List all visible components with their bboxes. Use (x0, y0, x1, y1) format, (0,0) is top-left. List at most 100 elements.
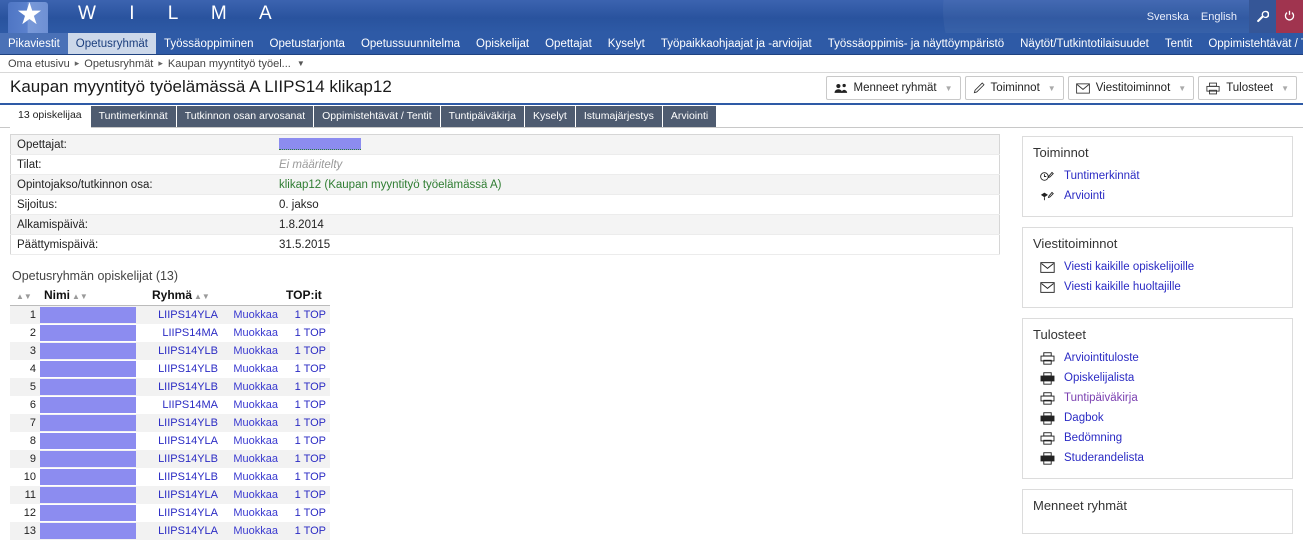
table-row[interactable]: 5 LIIPS14YLB Muokkaa 1 TOP (10, 378, 330, 396)
wilma-logo[interactable]: ★ (8, 0, 48, 33)
edit-link[interactable]: Muokkaa (222, 486, 282, 504)
edit-link[interactable]: Muokkaa (222, 360, 282, 378)
edit-link[interactable]: Muokkaa (222, 522, 282, 540)
top-link[interactable]: 1 TOP (282, 396, 330, 414)
edit-link[interactable]: Muokkaa (222, 450, 282, 468)
nav-item-tentit[interactable]: Tentit (1157, 33, 1201, 54)
chevron-down-icon[interactable]: ▼ (297, 59, 305, 68)
student-group[interactable]: LIIPS14YLA (148, 432, 222, 450)
sort-icon[interactable]: ▲▼ (14, 292, 34, 301)
student-group[interactable]: LIIPS14YLB (148, 468, 222, 486)
sidebar-item-arviointituloste[interactable]: Arviointituloste (1033, 348, 1282, 368)
nav-item-tyossaoppimis-nayttoymparisto[interactable]: Työssäoppimis- ja näyttöympäristö (820, 33, 1012, 54)
student-group[interactable]: LIIPS14YLA (148, 305, 222, 324)
tab-kyselyt[interactable]: Kyselyt (524, 106, 576, 127)
tulosteet-button[interactable]: Tulosteet ▼ (1198, 76, 1297, 100)
sidebar-item-studerandelista[interactable]: Studerandelista (1033, 448, 1282, 468)
nav-item-kyselyt[interactable]: Kyselyt (600, 33, 653, 54)
table-row[interactable]: 1 LIIPS14YLA Muokkaa 1 TOP (10, 305, 330, 324)
breadcrumb-item-home[interactable]: Oma etusivu (8, 58, 70, 70)
viestitoiminnot-button[interactable]: Viestitoiminnot ▼ (1067, 76, 1195, 100)
top-link[interactable]: 1 TOP (282, 324, 330, 342)
edit-link[interactable]: Muokkaa (222, 468, 282, 486)
col-ryhma-header[interactable]: Ryhmä ▲▼ (148, 287, 222, 306)
student-name-cell[interactable] (40, 504, 148, 522)
top-link[interactable]: 1 TOP (282, 378, 330, 396)
menneet-ryhmat-button[interactable]: Menneet ryhmät ▼ (825, 76, 961, 100)
top-link[interactable]: 1 TOP (282, 522, 330, 540)
wrench-icon[interactable] (1249, 0, 1276, 33)
tab-tuntipaivakirja[interactable]: Tuntipäiväkirja (440, 106, 525, 127)
student-group[interactable]: LIIPS14YLB (148, 342, 222, 360)
table-row[interactable]: 6 LIIPS14MA Muokkaa 1 TOP (10, 396, 330, 414)
nav-item-tyopaikkaohjaajat[interactable]: Työpaikkaohjaajat ja -arvioijat (653, 33, 820, 54)
tab-13-opiskelijaa[interactable]: 13 opiskelijaa (10, 105, 91, 128)
col-nimi-header[interactable]: Nimi ▲▼ (40, 287, 148, 306)
student-group[interactable]: LIIPS14MA (148, 396, 222, 414)
table-row[interactable]: 10 LIIPS14YLB Muokkaa 1 TOP (10, 468, 330, 486)
table-row[interactable]: 9 LIIPS14YLB Muokkaa 1 TOP (10, 450, 330, 468)
nav-item-opetussuunnitelma[interactable]: Opetussuunnitelma (353, 33, 468, 54)
edit-link[interactable]: Muokkaa (222, 432, 282, 450)
sidebar-item-bedomning[interactable]: Bedömning (1033, 428, 1282, 448)
student-name-cell[interactable] (40, 486, 148, 504)
nav-item-naytot-tutkintotilaisuudet[interactable]: Näytöt/Tutkintotilaisuudet (1012, 33, 1157, 54)
sidebar-item-viesti-opiskelijoille[interactable]: Viesti kaikille opiskelijoille (1033, 257, 1282, 277)
table-row[interactable]: 4 LIIPS14YLB Muokkaa 1 TOP (10, 360, 330, 378)
top-link[interactable]: 1 TOP (282, 432, 330, 450)
top-link[interactable]: 1 TOP (282, 486, 330, 504)
student-group[interactable]: LIIPS14YLA (148, 504, 222, 522)
breadcrumb-item-current[interactable]: Kaupan myyntityö työel... (168, 58, 291, 70)
sidebar-item-tuntipaivakirja[interactable]: Tuntipäiväkirja (1033, 388, 1282, 408)
student-name-cell[interactable] (40, 522, 148, 540)
student-name-cell[interactable] (40, 378, 148, 396)
top-link[interactable]: 1 TOP (282, 468, 330, 486)
nav-item-opetusryhmat[interactable]: Opetusryhmät (67, 33, 157, 54)
top-link[interactable]: 1 TOP (282, 305, 330, 324)
table-row[interactable]: 2 LIIPS14MA Muokkaa 1 TOP (10, 324, 330, 342)
table-row[interactable]: 3 LIIPS14YLB Muokkaa 1 TOP (10, 342, 330, 360)
student-name-cell[interactable] (40, 360, 148, 378)
top-link[interactable]: 1 TOP (282, 504, 330, 522)
nav-item-tyossaoppiminen[interactable]: Työssäoppiminen (156, 33, 262, 54)
edit-link[interactable]: Muokkaa (222, 324, 282, 342)
sidebar-item-tuntimerkinnat[interactable]: Tuntimerkinnät (1033, 166, 1282, 186)
student-group[interactable]: LIIPS14YLA (148, 522, 222, 540)
language-swedish[interactable]: Svenska (1147, 11, 1189, 23)
table-row[interactable]: 7 LIIPS14YLB Muokkaa 1 TOP (10, 414, 330, 432)
student-group[interactable]: LIIPS14YLB (148, 378, 222, 396)
top-link[interactable]: 1 TOP (282, 342, 330, 360)
tab-tuntimerkinnat[interactable]: Tuntimerkinnät (90, 106, 177, 127)
edit-link[interactable]: Muokkaa (222, 305, 282, 324)
tab-istumajarjestys[interactable]: Istumajärjestys (575, 106, 663, 127)
nav-item-opiskelijat[interactable]: Opiskelijat (468, 33, 537, 54)
sidebar-item-arviointi[interactable]: Arviointi (1033, 186, 1282, 206)
nav-item-pikaviestit[interactable]: Pikaviestit (0, 33, 68, 54)
top-link[interactable]: 1 TOP (282, 360, 330, 378)
student-name-cell[interactable] (40, 342, 148, 360)
tab-oppimistehtavat-tentit[interactable]: Oppimistehtävät / Tentit (314, 106, 441, 127)
table-row[interactable]: 8 LIIPS14YLA Muokkaa 1 TOP (10, 432, 330, 450)
sort-icon[interactable]: ▲▼ (70, 292, 90, 301)
edit-link[interactable]: Muokkaa (222, 504, 282, 522)
student-name-cell[interactable] (40, 432, 148, 450)
toiminnot-button[interactable]: Toiminnot ▼ (964, 76, 1064, 100)
nav-item-opettajat[interactable]: Opettajat (537, 33, 600, 54)
student-name-cell[interactable] (40, 396, 148, 414)
sort-icon[interactable]: ▲▼ (192, 292, 212, 301)
top-link[interactable]: 1 TOP (282, 414, 330, 432)
edit-link[interactable]: Muokkaa (222, 378, 282, 396)
nav-item-opetustarjonta[interactable]: Opetustarjonta (262, 33, 353, 54)
power-icon[interactable] (1276, 0, 1303, 33)
language-english[interactable]: English (1201, 11, 1237, 23)
tab-tutkinnon-osan-arvosanat[interactable]: Tutkinnon osan arvosanat (176, 106, 315, 127)
table-row[interactable]: 13 LIIPS14YLA Muokkaa 1 TOP (10, 522, 330, 540)
nav-item-oppimistehtavat-tentit[interactable]: Oppimistehtävät / Tentit (1200, 33, 1303, 54)
edit-link[interactable]: Muokkaa (222, 342, 282, 360)
student-group[interactable]: LIIPS14YLB (148, 414, 222, 432)
student-group[interactable]: LIIPS14YLB (148, 450, 222, 468)
student-name-cell[interactable] (40, 305, 148, 324)
edit-link[interactable]: Muokkaa (222, 396, 282, 414)
edit-link[interactable]: Muokkaa (222, 414, 282, 432)
student-group[interactable]: LIIPS14YLA (148, 486, 222, 504)
